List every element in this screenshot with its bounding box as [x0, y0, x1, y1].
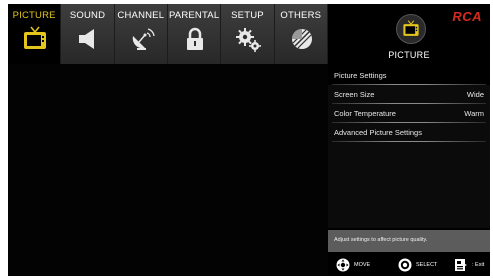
tab-channel[interactable]: CHANNEL [114, 4, 168, 64]
satellite-dish-icon [129, 26, 155, 52]
tab-label: PARENTAL [168, 10, 220, 21]
tab-others[interactable]: OTHERS [274, 4, 328, 64]
menu-header: RCA PICTURE [328, 4, 490, 64]
gears-icon [235, 26, 262, 52]
rca-logo: RCA [452, 9, 482, 24]
tv-menu-screen: PICTURE SOUND CHANNEL PARENTAL SETUP OTH… [8, 4, 490, 276]
hint-label: MOVE [354, 262, 371, 268]
help-text: Adjust settings to affect picture qualit… [328, 230, 490, 252]
menu-item-value: Wide [466, 90, 484, 99]
menu-item-screen-size[interactable]: Screen Size Wide [328, 85, 490, 104]
dpad-icon [336, 258, 350, 272]
speaker-icon [75, 26, 101, 52]
tv-icon [396, 14, 426, 44]
menu-item-advanced-picture-settings[interactable]: Advanced Picture Settings [328, 123, 490, 142]
menu-item-value: Warm [464, 109, 484, 118]
tab-label: SETUP [231, 10, 264, 21]
hint-move: MOVE [336, 258, 370, 272]
hint-label: SELECT [416, 262, 438, 268]
menu-heading: Picture Settings [328, 66, 490, 85]
menu-item-label: Color Temperature [334, 109, 396, 118]
exit-icon [454, 258, 468, 272]
padlock-icon [182, 26, 208, 52]
hint-exit: : Exit [454, 258, 484, 272]
hint-select: SELECT [398, 258, 437, 272]
settings-panel: Picture Settings Screen Size Wide Color … [328, 66, 490, 228]
video-preview [8, 64, 328, 276]
menu-item-label: Screen Size [334, 90, 375, 99]
menu-item-color-temperature[interactable]: Color Temperature Warm [328, 104, 490, 123]
others-icon [289, 26, 315, 52]
menu-tab-bar: PICTURE SOUND CHANNEL PARENTAL SETUP OTH… [8, 4, 328, 64]
page-title: PICTURE [388, 50, 430, 60]
tab-label: CHANNEL [117, 10, 165, 21]
menu-heading-label: Picture Settings [334, 71, 387, 80]
tab-label: SOUND [69, 10, 106, 21]
menu-item-label: Advanced Picture Settings [334, 128, 422, 137]
tab-label: OTHERS [280, 10, 322, 21]
tab-sound[interactable]: SOUND [61, 4, 115, 64]
hint-label: : Exit [472, 262, 485, 268]
ok-button-icon [398, 258, 412, 272]
tab-label: PICTURE [12, 10, 56, 21]
tab-picture[interactable]: PICTURE [8, 4, 62, 64]
tab-parental[interactable]: PARENTAL [167, 4, 222, 64]
tv-icon [22, 26, 48, 52]
tab-setup[interactable]: SETUP [221, 4, 275, 64]
control-hints: MOVE SELECT : Exit [328, 254, 490, 276]
